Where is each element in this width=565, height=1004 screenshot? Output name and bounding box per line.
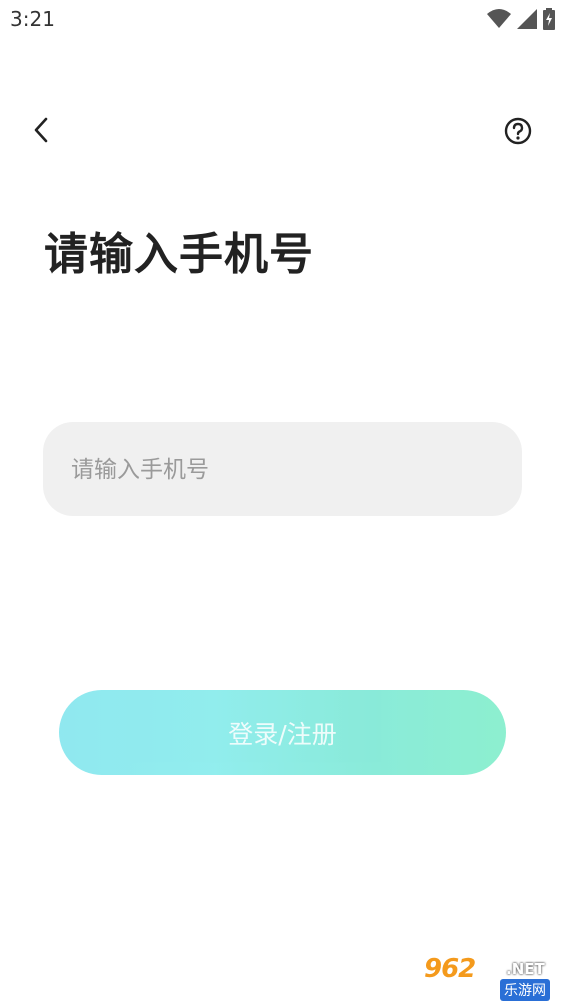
phone-input[interactable] bbox=[69, 422, 503, 518]
signal-icon bbox=[517, 9, 537, 29]
watermark-main: 962 bbox=[424, 954, 476, 984]
login-register-button[interactable]: 登录/注册 bbox=[59, 690, 506, 775]
battery-icon bbox=[543, 8, 555, 30]
phone-input-container bbox=[43, 422, 522, 518]
watermark-net: .NET bbox=[506, 960, 545, 978]
page-title: 请输入手机号 bbox=[44, 229, 314, 280]
help-button[interactable] bbox=[503, 117, 533, 149]
question-circle-icon bbox=[504, 117, 532, 149]
watermark-sub: 乐游网 bbox=[500, 979, 550, 1001]
status-time: 3:21 bbox=[10, 7, 55, 31]
wifi-icon bbox=[487, 9, 511, 29]
chevron-left-icon bbox=[33, 117, 49, 147]
status-icons bbox=[487, 8, 555, 30]
back-button[interactable] bbox=[26, 116, 56, 148]
login-register-label: 登录/注册 bbox=[228, 719, 337, 749]
site-watermark: 962 .NET 乐游网 bbox=[424, 954, 559, 1001]
top-nav bbox=[0, 110, 565, 154]
status-bar: 3:21 bbox=[0, 0, 565, 38]
